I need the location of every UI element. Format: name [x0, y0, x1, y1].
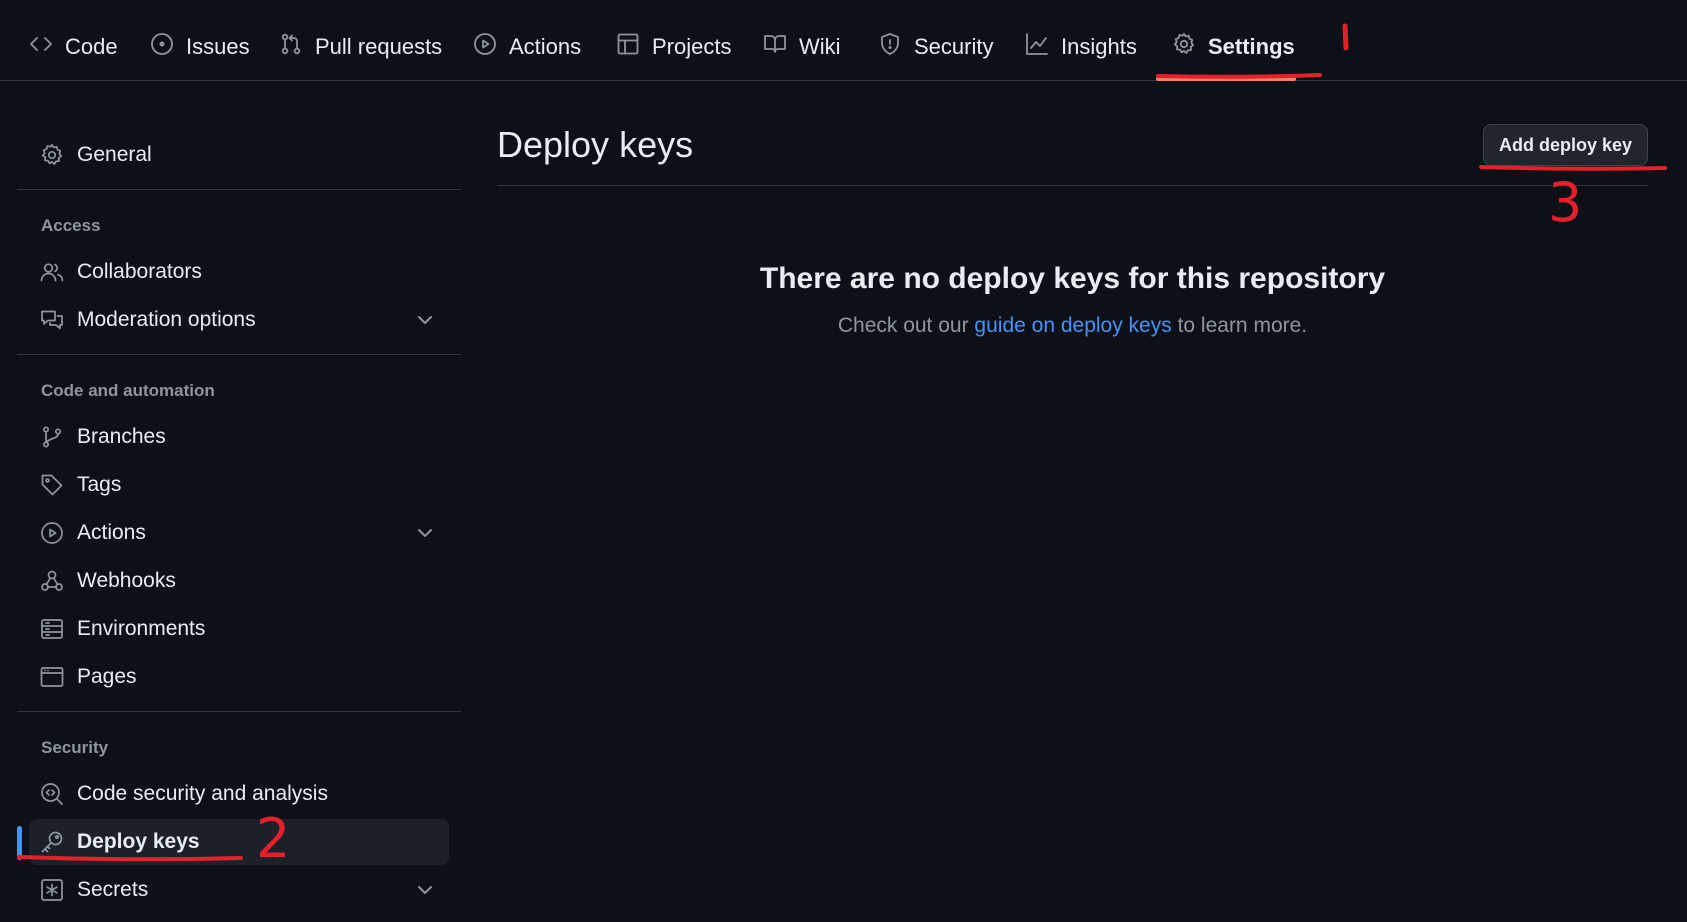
- gear-icon: [40, 143, 64, 167]
- tab-projects-label: Projects: [652, 34, 732, 59]
- key-icon: [40, 830, 64, 854]
- sidebar-item-deploy-keys[interactable]: Deploy keys: [29, 819, 449, 865]
- tab-wiki[interactable]: Wiki: [763, 28, 841, 66]
- tab-projects[interactable]: Projects: [616, 28, 731, 66]
- repo-nav: Code Issues Pull requests Actions Projec…: [0, 0, 1687, 81]
- sidebar-item-tags[interactable]: Tags: [17, 462, 449, 508]
- chevron-down-icon: [415, 310, 435, 330]
- add-deploy-key-button[interactable]: Add deploy key: [1483, 124, 1648, 166]
- sidebar-item-pages[interactable]: Pages: [17, 654, 449, 700]
- git-pull-request-icon: [279, 32, 303, 62]
- tab-actions[interactable]: Actions: [473, 28, 581, 66]
- annotation-step-2: 2: [256, 807, 291, 870]
- empty-state-description: Check out our guide on deploy keys to le…: [497, 314, 1648, 338]
- sidebar-item-label: Webhooks: [77, 569, 176, 592]
- key-asterisk-icon: [40, 878, 64, 902]
- tab-settings[interactable]: Settings: [1172, 28, 1295, 66]
- page-title: Deploy keys: [497, 124, 694, 165]
- server-icon: [40, 617, 64, 641]
- codescan-icon: [40, 782, 64, 806]
- sidebar-item-label: Branches: [77, 425, 166, 448]
- graph-icon: [1025, 32, 1049, 62]
- empty-state-title: There are no deploy keys for this reposi…: [759, 262, 1386, 295]
- comment-discussion-icon: [40, 308, 64, 332]
- tab-wiki-label: Wiki: [799, 34, 841, 59]
- tab-security[interactable]: Security: [878, 28, 993, 66]
- tab-issues-label: Issues: [186, 34, 250, 59]
- sidebar-divider: [17, 711, 461, 712]
- sidebar-item-general[interactable]: General: [17, 132, 449, 178]
- sidebar-item-collaborators[interactable]: Collaborators: [17, 249, 449, 295]
- tag-icon: [40, 473, 64, 497]
- sidebar-item-label: Actions: [77, 521, 146, 544]
- sidebar-item-label: Deploy keys: [77, 830, 200, 853]
- annotation-step-3: 3: [1548, 171, 1583, 234]
- sidebar-item-label: Moderation options: [77, 308, 256, 331]
- active-indicator: [17, 826, 22, 860]
- tab-pull-requests-label: Pull requests: [315, 34, 443, 59]
- tab-actions-label: Actions: [509, 34, 582, 59]
- settings-page: Code Issues Pull requests Actions Projec…: [0, 0, 1687, 922]
- selected-tab-underline: [1156, 77, 1296, 81]
- webhook-icon: [40, 569, 64, 593]
- sidebar-item-secrets[interactable]: Secrets: [17, 867, 449, 913]
- sidebar-item-code-security[interactable]: Code security and analysis: [17, 771, 449, 817]
- tab-insights-label: Insights: [1061, 34, 1137, 59]
- sidebar-divider: [17, 354, 461, 355]
- chevron-down-icon: [415, 523, 435, 543]
- sidebar-item-environments[interactable]: Environments: [17, 606, 449, 652]
- empty-state-suffix: to learn more.: [1171, 314, 1308, 337]
- git-branch-icon: [40, 425, 64, 449]
- sidebar-item-label: Secrets: [77, 878, 149, 901]
- tab-code[interactable]: Code: [29, 28, 118, 66]
- tab-code-label: Code: [65, 34, 118, 59]
- tab-settings-label: Settings: [1208, 34, 1295, 59]
- shield-icon: [878, 32, 902, 62]
- browser-icon: [40, 665, 64, 689]
- sidebar-heading-access: Access: [41, 216, 101, 235]
- tab-issues[interactable]: Issues: [150, 28, 250, 66]
- sidebar-item-label: Pages: [77, 665, 137, 688]
- sidebar-heading-security: Security: [41, 738, 109, 757]
- sidebar-item-webhooks[interactable]: Webhooks: [17, 558, 449, 604]
- sidebar-item-label: Environments: [77, 617, 206, 640]
- sidebar-divider: [17, 189, 461, 190]
- tab-insights[interactable]: Insights: [1025, 28, 1137, 66]
- book-icon: [763, 32, 787, 62]
- sidebar-item-label: General: [77, 143, 152, 166]
- sidebar-heading-code-automation: Code and automation: [41, 381, 215, 400]
- chevron-down-icon: [415, 880, 435, 900]
- guide-link[interactable]: guide on deploy keys: [974, 314, 1171, 337]
- tab-pull-requests[interactable]: Pull requests: [279, 28, 442, 66]
- empty-state-prefix: Check out our: [837, 314, 975, 337]
- issue-opened-icon: [150, 32, 174, 62]
- sidebar-item-label: Code security and analysis: [77, 782, 328, 805]
- table-icon: [616, 32, 640, 62]
- play-icon: [473, 32, 497, 62]
- gear-icon: [1172, 32, 1196, 62]
- sidebar-item-moderation-options[interactable]: Moderation options: [17, 297, 449, 343]
- code-icon: [29, 32, 53, 62]
- sidebar-item-label: Collaborators: [77, 260, 202, 283]
- sidebar-item-label: Tags: [77, 473, 122, 496]
- people-icon: [40, 260, 64, 284]
- play-icon: [40, 521, 64, 545]
- tab-security-label: Security: [914, 34, 994, 59]
- annotation-underline-add-button: [1479, 165, 1667, 171]
- sidebar-item-branches[interactable]: Branches: [17, 414, 449, 460]
- sidebar-item-actions[interactable]: Actions: [17, 510, 449, 556]
- title-divider: [497, 185, 1648, 186]
